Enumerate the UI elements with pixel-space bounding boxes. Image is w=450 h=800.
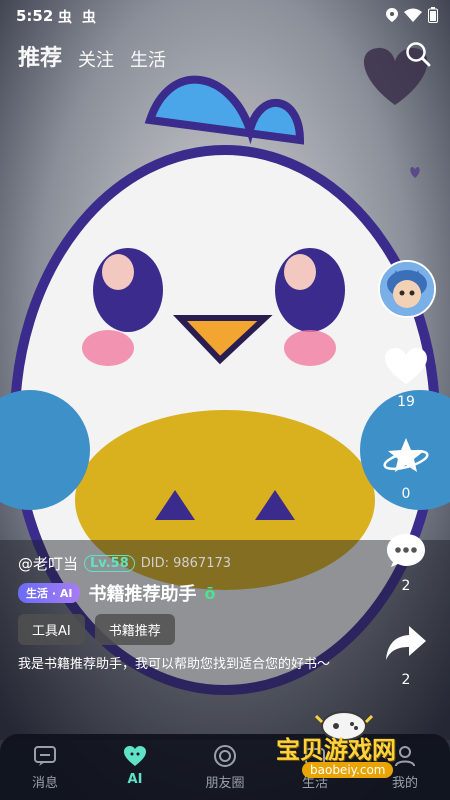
author-name[interactable]: @老叮当 [18, 553, 78, 574]
level-badge: Lv.58 [84, 555, 135, 572]
favorite-action[interactable]: 0 [376, 436, 436, 502]
moments-icon [180, 744, 270, 768]
nav-messages-label: 消息 [31, 776, 58, 791]
wifi-icon [404, 8, 422, 22]
top-tabs: 推荐 关注 生活 [18, 40, 166, 72]
title-mark: ō [204, 583, 216, 603]
title-row: 生活 · AI 书籍推荐助手 ō [18, 580, 215, 606]
status-icons [386, 7, 438, 23]
nav-ai[interactable]: AI [90, 744, 180, 787]
nav-ai-label: AI [127, 772, 143, 787]
tab-life[interactable]: 生活 [130, 46, 166, 72]
tag-chip[interactable]: 工具AI [18, 614, 85, 645]
like-action[interactable]: 19 [376, 348, 436, 410]
battery-icon [428, 7, 438, 23]
share-count: 2 [401, 672, 411, 688]
search-icon[interactable] [404, 40, 432, 68]
like-count: 19 [397, 394, 415, 410]
post-description: 我是书籍推荐助手，我可以帮助您找到适合您的好书～ [18, 657, 331, 672]
nav-messages[interactable]: 消息 [0, 744, 90, 791]
watermark: 宝贝游戏网 baobeiy.com [272, 704, 422, 794]
nav-moments[interactable]: 朋友圈 [180, 744, 270, 791]
favorite-count: 0 [401, 486, 411, 502]
did-label: DID: 9867173 [140, 556, 232, 571]
comment-action[interactable]: 2 [376, 532, 436, 594]
category-badge: 生活 · AI [18, 583, 81, 603]
tag-chip[interactable]: 书籍推荐 [94, 614, 175, 645]
comment-icon[interactable] [386, 532, 426, 568]
tag-chips: 工具AI 书籍推荐 [18, 614, 175, 645]
nav-moments-label: 朋友圈 [205, 776, 245, 791]
watermark-text: 宝贝游戏网 [276, 736, 396, 764]
avatar[interactable] [378, 260, 436, 318]
tab-recommend[interactable]: 推荐 [18, 40, 62, 72]
notification-app-icon: 虫 [82, 10, 96, 26]
location-icon [386, 8, 398, 22]
share-icon[interactable] [385, 624, 427, 662]
notification-app-icon: 虫 [58, 10, 72, 26]
status-bar: 5:52 虫 虫 [0, 0, 450, 32]
star-icon[interactable] [383, 436, 429, 476]
author-row: @老叮当 Lv.58 DID: 9867173 [18, 553, 231, 574]
share-action[interactable]: 2 [376, 624, 436, 688]
post-title: 书籍推荐助手 [88, 584, 197, 605]
heart-icon[interactable] [385, 348, 427, 384]
comment-count: 2 [401, 578, 411, 594]
avatar-image [380, 262, 434, 316]
tab-following[interactable]: 关注 [78, 46, 114, 72]
message-icon [0, 744, 90, 768]
status-time: 5:52 [16, 7, 54, 25]
watermark-url: baobeiy.com [302, 762, 394, 778]
heart-ai-icon [90, 744, 180, 768]
